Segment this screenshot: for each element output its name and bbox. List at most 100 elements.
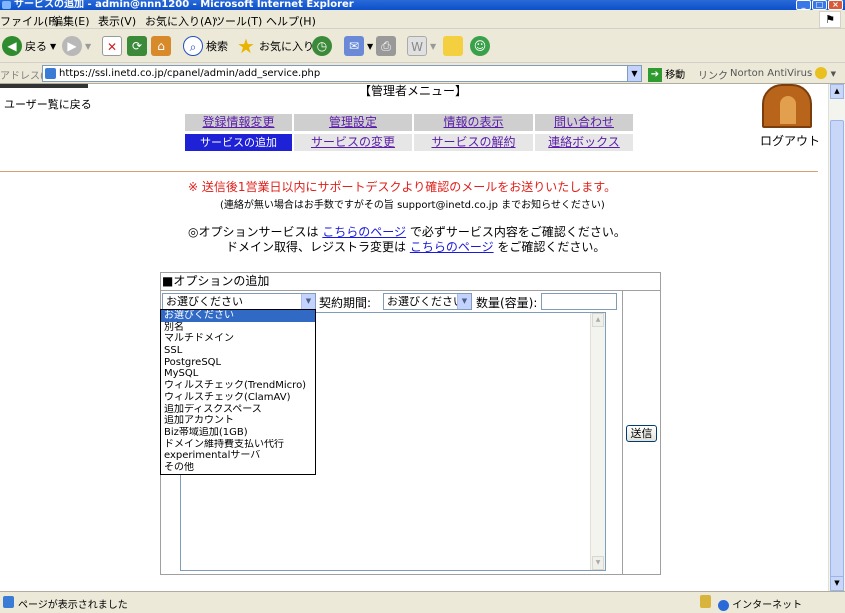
edit-dropdown-icon: ▼ [430,41,437,51]
favorites-label: お気に入り [259,40,314,53]
nav-inquiry[interactable]: 問い合わせ [535,114,633,131]
dropdown-option[interactable]: ウィルスチェック(TrendMicro) [161,380,315,392]
dropdown-option[interactable]: その他 [161,462,315,474]
logout-door-icon[interactable] [762,84,812,128]
dropdown-option[interactable]: experimentalサーバ [161,450,315,462]
search-icon: ⌕ [183,36,203,56]
stop-icon: ✕ [102,36,122,56]
norton-icon [815,67,828,79]
dropdown-option[interactable]: ウィルスチェック(ClamAV) [161,392,315,404]
nav-cancel-service[interactable]: サービスの解約 [414,134,533,151]
norton-antivirus-button[interactable]: Norton AntiVirus ▼ [730,67,836,79]
window-title: サービスの追加 - admin@nnn1200 - Microsoft Inte… [14,0,354,10]
service-select[interactable]: お選びください ▼ [162,293,316,310]
dropdown-option[interactable]: PostgreSQL [161,357,315,369]
service-select-value: お選びください [166,295,243,308]
stop-button[interactable]: ✕ [102,34,122,58]
dropdown-option[interactable]: お選びください [161,310,315,322]
close-button[interactable]: × [828,0,843,10]
back-button[interactable]: ◀ 戻る ▼ [2,34,56,58]
maximize-button[interactable]: □ [812,0,827,10]
dropdown-option[interactable]: ドメイン維持費支払い代行 [161,439,315,451]
search-button[interactable]: ⌕ 検索 [183,34,228,58]
nav-admin-settings[interactable]: 管理設定 [294,114,412,131]
scroll-down-icon[interactable]: ▼ [592,556,604,570]
favorites-button[interactable]: ★ お気に入り [236,34,314,58]
refresh-icon: ⟳ [127,36,147,56]
links-button[interactable]: リンク [698,67,728,82]
dropdown-option[interactable]: SSL [161,345,315,357]
menu-favorites[interactable]: お気に入り(A) [145,13,216,29]
domain-page-link[interactable]: こちらのページ [410,240,494,254]
period-label: 契約期間: [319,296,372,310]
back-dropdown-icon: ▼ [50,41,57,51]
scroll-up-icon[interactable]: ▲ [592,313,604,327]
messenger-button[interactable]: ☺ [470,34,490,58]
go-button[interactable]: ➔ 移動 [648,66,685,82]
minimize-button[interactable]: _ [796,0,811,10]
address-dropdown-button[interactable]: ▼ [627,65,642,82]
globe-icon [718,599,729,611]
scroll-up-icon[interactable]: ▲ [830,84,844,99]
menu-view[interactable]: 表示(V) [98,13,136,29]
messenger-icon: ☺ [470,36,490,56]
menu-help[interactable]: ヘルプ(H) [266,13,316,29]
address-input[interactable]: https://ssl.inetd.co.jp/cpanel/admin/add… [42,65,642,82]
domain-notice-suffix: をご確認ください。 [493,240,606,254]
dropdown-option[interactable]: 追加アカウント [161,415,315,427]
nav-contact-box[interactable]: 連絡ボックス [535,134,633,151]
logout-link[interactable]: ログアウト [760,132,820,149]
quantity-input[interactable] [541,293,617,310]
page-icon [45,68,56,79]
nav-registration-change[interactable]: 登録情報変更 [185,114,292,131]
menu-edit[interactable]: 編集(E) [52,13,90,29]
option-service-page-link[interactable]: こちらのページ [322,225,406,239]
textarea-scrollbar[interactable]: ▲ ▼ [590,313,605,570]
forward-button[interactable]: ▶ ▼ [62,34,91,58]
print-button[interactable]: ⎙ [376,34,396,58]
norton-dropdown-icon: ▼ [830,70,836,78]
dropdown-option[interactable]: 追加ディスクスペース [161,404,315,416]
forward-arrow-icon: ▶ [62,36,82,56]
mail-button[interactable]: ✉ ▼ [344,34,373,58]
dropdown-option[interactable]: マルチドメイン [161,333,315,345]
address-url: https://ssl.inetd.co.jp/cpanel/admin/add… [59,68,321,79]
menu-file[interactable]: ファイル(F) [0,13,59,29]
contact-notice: (連絡が無い場合はお手数ですがその旨 support@inetd.co.jp ま… [220,200,605,211]
forward-dropdown-icon: ▼ [85,41,92,51]
dropdown-option[interactable]: Biz帯域追加(1GB) [161,427,315,439]
submit-button[interactable]: 送信 [626,425,657,442]
page-icon [3,596,14,608]
norton-label: Norton AntiVirus [730,68,813,79]
home-button[interactable]: ⌂ [151,34,171,58]
edit-button[interactable]: W ▼ [407,34,436,58]
scroll-down-icon[interactable]: ▼ [830,576,844,591]
period-select-value: お選びください [387,295,464,308]
user-list-back-link[interactable]: ユーザー覧に戻る [4,96,92,112]
address-bar: アドレス(D) https://ssl.inetd.co.jp/cpanel/a… [0,63,845,84]
status-bar: ページが表示されました インターネット [0,591,845,613]
nav-info-display[interactable]: 情報の表示 [414,114,533,131]
history-button[interactable]: ◷ [312,34,332,58]
internet-zone: インターネット [718,596,802,611]
page-scrollbar[interactable]: ▲ ▼ [828,84,845,591]
nav-add-service[interactable]: サービスの追加 [185,134,292,151]
discuss-button[interactable] [443,34,463,58]
refresh-button[interactable]: ⟳ [127,34,147,58]
go-arrow-icon: ➔ [648,68,662,82]
quantity-label: 数量(容量): [476,296,538,310]
favorites-star-icon: ★ [237,34,255,58]
top-divider [0,84,88,88]
title-bar: サービスの追加 - admin@nnn1200 - Microsoft Inte… [0,0,845,10]
option-notice-suffix: で必ずサービス内容をご確認ください。 [406,225,626,239]
menu-tools[interactable]: ツール(T) [214,13,262,29]
period-select[interactable]: お選びください ▼ [383,293,472,310]
print-icon: ⎙ [376,36,396,56]
service-dropdown-list[interactable]: お選びください 別名 マルチドメイン SSL PostgreSQL MySQL … [160,309,316,475]
chevron-down-icon: ▼ [301,294,315,309]
nav-change-service[interactable]: サービスの変更 [294,134,412,151]
dropdown-option[interactable]: 別名 [161,322,315,334]
dropdown-option[interactable]: MySQL [161,368,315,380]
scroll-thumb[interactable] [830,120,844,578]
zone-label: インターネット [732,600,803,611]
